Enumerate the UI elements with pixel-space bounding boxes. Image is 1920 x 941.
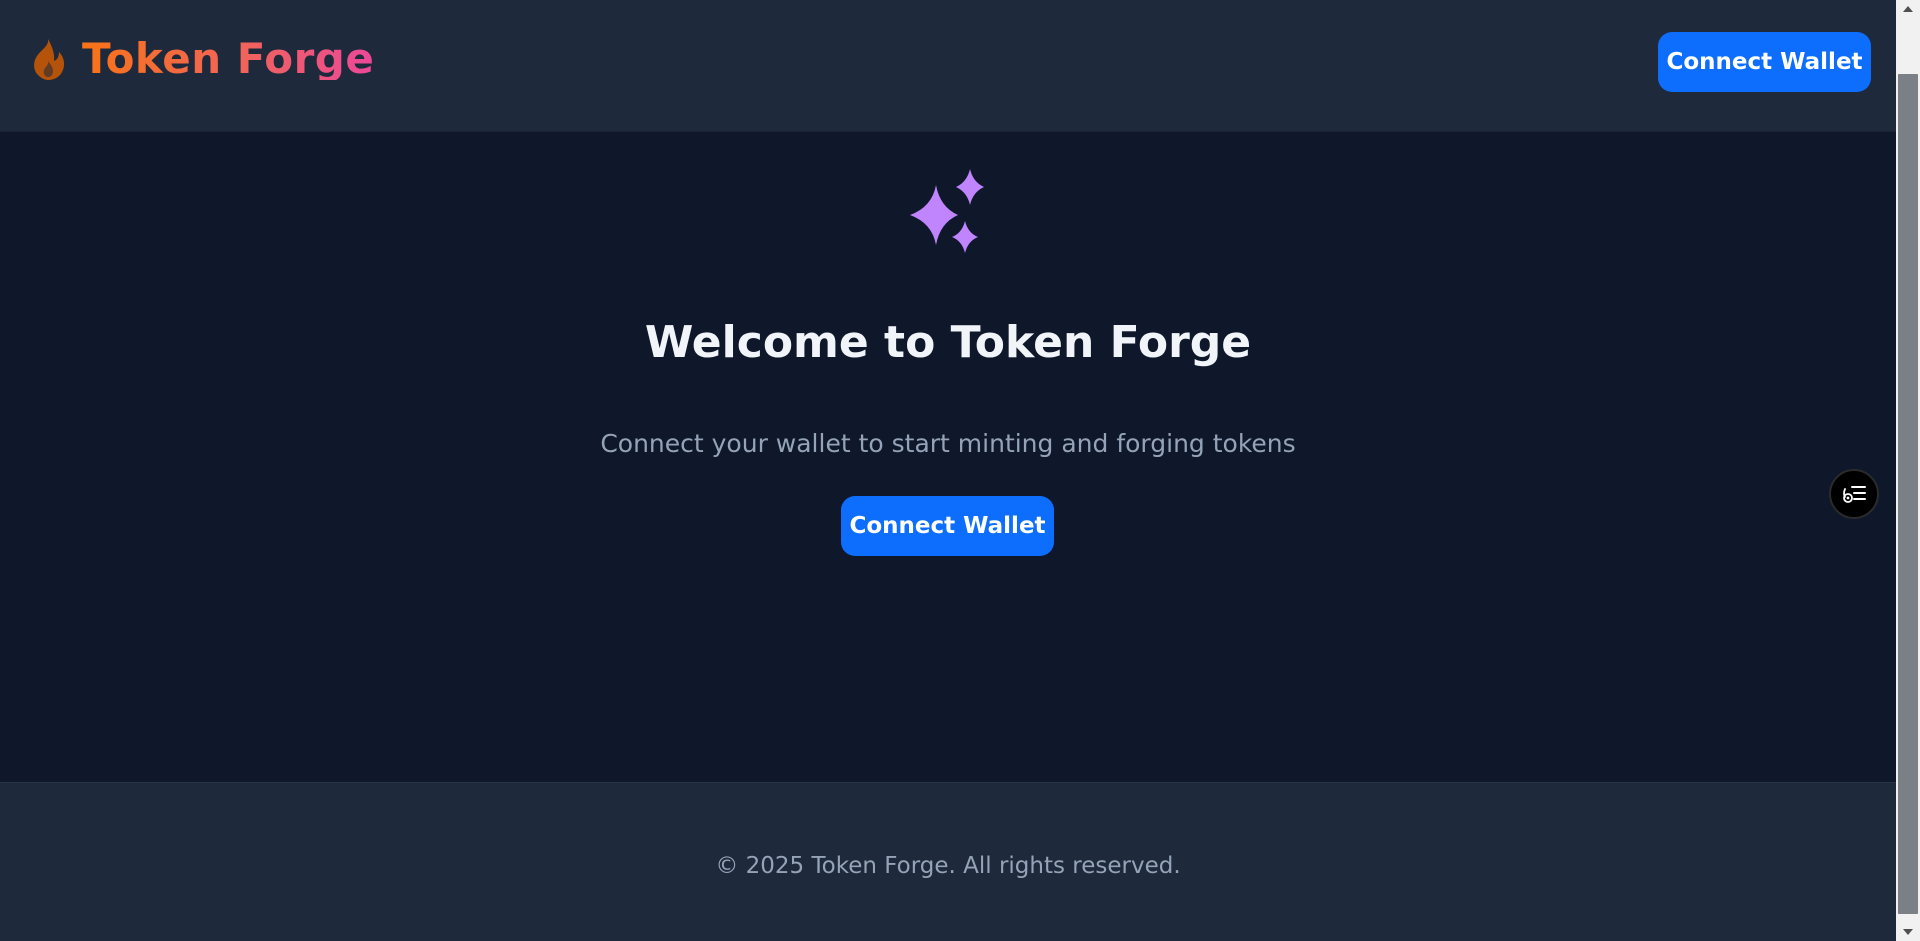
brand-title: Token Forge (82, 34, 375, 83)
viewport: Token Forge Connect Wallet Welcome to To… (0, 0, 1896, 941)
copyright-text: © 2025 Token Forge. All rights reserved. (715, 853, 1181, 879)
hero-section: Welcome to Token Forge Connect your wall… (0, 131, 1896, 782)
brand[interactable]: Token Forge (28, 32, 374, 86)
welcome-title: Welcome to Token Forge (644, 317, 1252, 368)
site-footer: © 2025 Token Forge. All rights reserved. (0, 782, 1896, 941)
scroll-up-arrow-icon[interactable] (1896, 0, 1920, 18)
header-connect-wallet-button[interactable]: Connect Wallet (1658, 32, 1871, 92)
hero-connect-wallet-button[interactable]: Connect Wallet (841, 496, 1054, 556)
vertical-scrollbar[interactable] (1896, 0, 1920, 941)
reader-list-icon (1843, 486, 1866, 503)
welcome-subtitle: Connect your wallet to start minting and… (600, 429, 1296, 458)
scroll-down-arrow-icon[interactable] (1896, 923, 1920, 941)
scrollbar-thumb[interactable] (1898, 74, 1918, 914)
floating-reader-button[interactable] (1829, 469, 1879, 519)
page: Token Forge Connect Wallet Welcome to To… (0, 0, 1920, 941)
site-header: Token Forge Connect Wallet (0, 0, 1896, 132)
sparkles-icon (910, 169, 984, 253)
flame-icon (34, 39, 65, 80)
